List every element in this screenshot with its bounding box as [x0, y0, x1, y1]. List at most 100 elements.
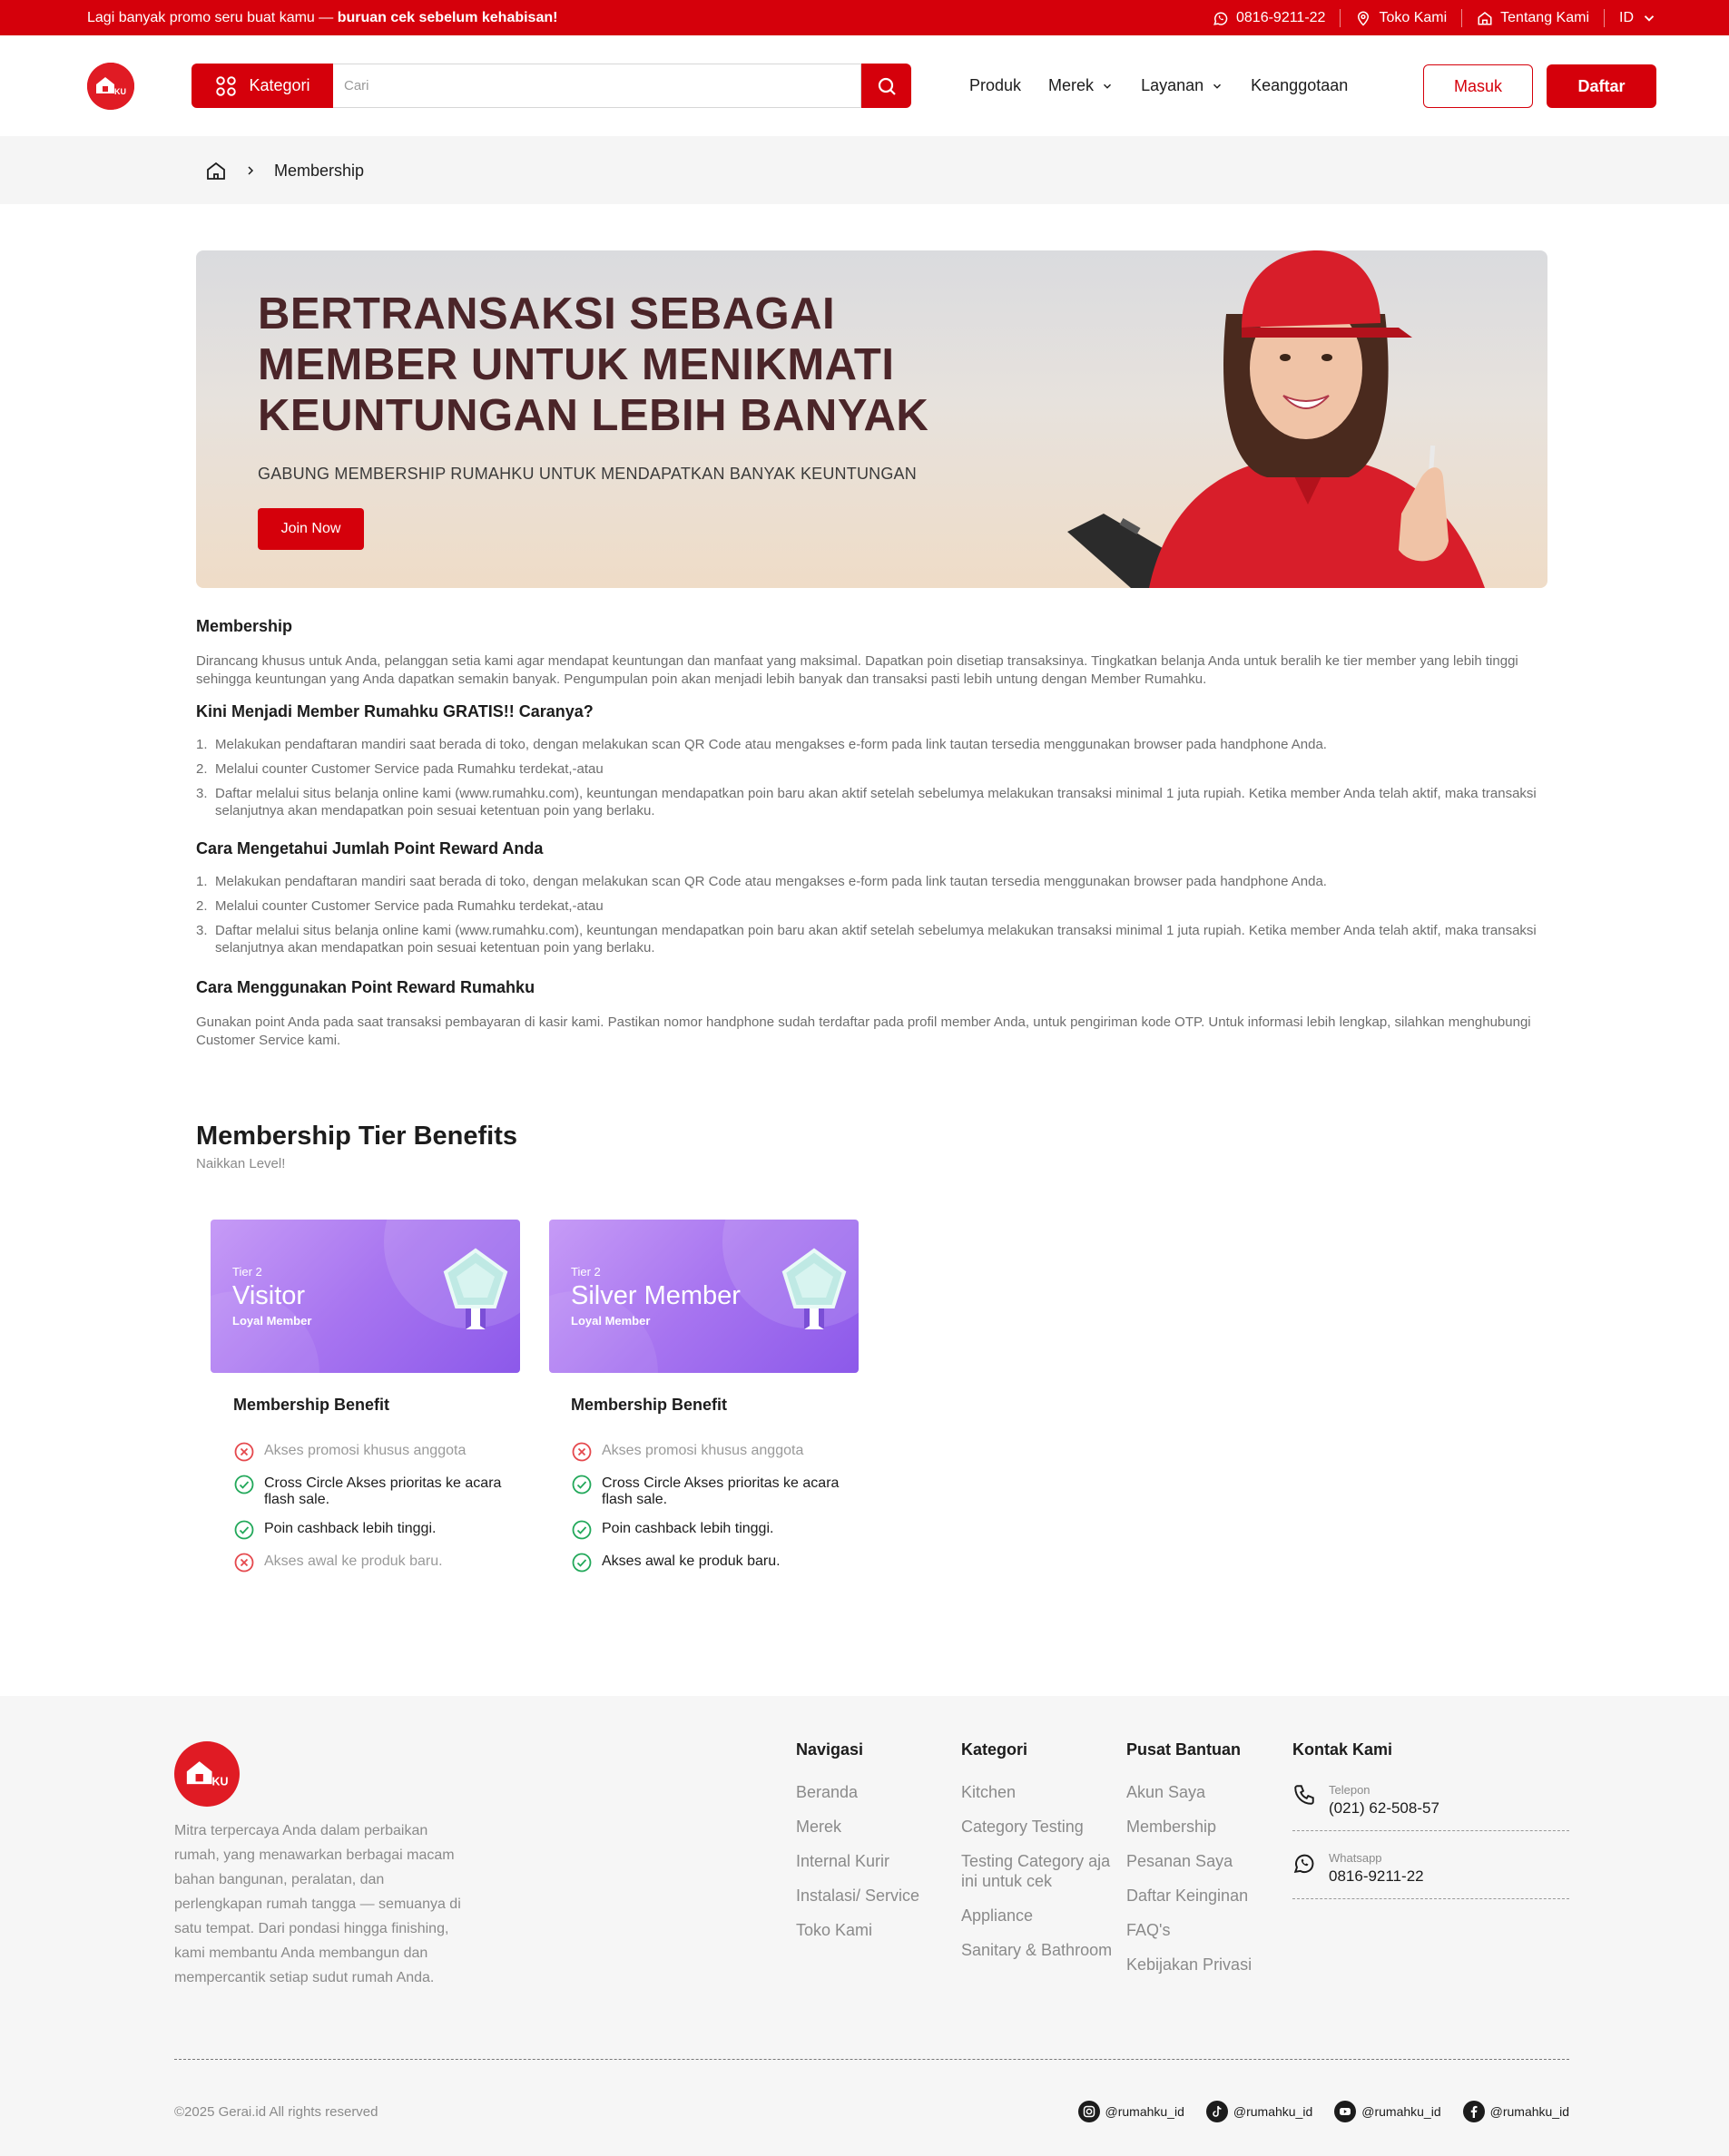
footer-help-column: Pusat Bantuan Akun Saya Membership Pesan…	[1126, 1740, 1252, 1989]
social-youtube[interactable]: @rumahku_id	[1334, 2101, 1441, 2122]
cross-icon	[234, 1442, 254, 1462]
benefit-list-visitor: Akses promosi khusus anggota Cross Circl…	[233, 1442, 506, 1586]
footer-divider	[174, 2059, 1569, 2060]
membership-description: Dirancang khusus untuk Anda, pelanggan s…	[196, 653, 1518, 687]
tier-level: Tier 2	[232, 1265, 262, 1279]
nav-produk-label: Produk	[969, 76, 1022, 94]
whatsapp-icon	[1293, 1854, 1314, 1874]
footer-link[interactable]: Internal Kurir	[796, 1851, 919, 1871]
footer-link[interactable]: FAQ's	[1126, 1920, 1252, 1940]
benefit-item: Akses awal ke produk baru.	[233, 1553, 506, 1573]
benefit-text: Poin cashback lebih tinggi.	[264, 1521, 437, 1536]
social-tiktok[interactable]: @rumahku_id	[1205, 2101, 1312, 2122]
list-item-text: Melakukan pendaftaran mandiri saat berad…	[215, 874, 1327, 889]
footer-link[interactable]: Kebijakan Privasi	[1126, 1955, 1252, 1975]
list-item: 2. Melalui counter Customer Service pada …	[196, 761, 604, 777]
breadcrumb-bar: Membership	[0, 136, 1729, 204]
facebook-icon	[1462, 2101, 1485, 2122]
topbar-store-link[interactable]: Toko Kami	[1341, 8, 1463, 27]
medal-icon	[443, 1248, 508, 1329]
footer-link[interactable]: Beranda	[796, 1782, 919, 1802]
topbar-phone-link[interactable]: 0816-9211-22	[1198, 8, 1341, 27]
benefit-item: Akses promosi khusus anggota	[233, 1442, 506, 1463]
footer-link[interactable]: Toko Kami	[796, 1920, 919, 1940]
home-icon[interactable]	[205, 160, 227, 181]
cross-icon	[572, 1442, 592, 1462]
footer-link[interactable]: Membership	[1126, 1817, 1252, 1837]
membership-title: Membership	[196, 617, 293, 635]
location-icon	[1358, 11, 1370, 26]
search-button[interactable]	[861, 64, 911, 108]
tier-name: Visitor	[232, 1281, 306, 1310]
benefit-item: Cross Circle Akses prioritas ke acara fl…	[571, 1475, 843, 1508]
footer-help-title: Pusat Bantuan	[1126, 1740, 1242, 1759]
svg-text:KU: KU	[114, 87, 126, 96]
footer-logo[interactable]: KU	[174, 1741, 240, 1807]
list-item: 1. Melakukan pendaftaran mandiri saat ber…	[196, 874, 1327, 889]
contact-whatsapp[interactable]: Whatsapp 0816-9211-22	[1292, 1851, 1569, 1899]
search-icon	[878, 77, 896, 95]
list-item: 3. Daftar melalui situs belanja online ka…	[196, 786, 1537, 818]
login-button[interactable]: Masuk	[1423, 64, 1533, 108]
footer-link[interactable]: Merek	[796, 1817, 919, 1837]
topbar-about-link[interactable]: Tentang Kami	[1462, 8, 1605, 27]
hero-title: BERTRANSAKSI SEBAGAI MEMBER UNTUK MENIKM…	[258, 289, 929, 440]
topbar-store-label: Toko Kami	[1379, 9, 1448, 25]
language-label: ID	[1619, 9, 1634, 25]
benefit-item: Poin cashback lebih tinggi.	[233, 1520, 506, 1541]
footer-link[interactable]: Testing Category aja ini untuk cek	[961, 1851, 1125, 1891]
search-input[interactable]	[333, 64, 861, 108]
list-item-text: Melakukan pendaftaran mandiri saat berad…	[215, 737, 1327, 752]
instagram-icon	[1077, 2101, 1100, 2122]
tier-name: Silver Member	[571, 1281, 741, 1310]
contact-whatsapp-label: Whatsapp	[1329, 1851, 1382, 1865]
use-points-title: Cara Menggunakan Point Reward Rumahku	[196, 978, 535, 996]
promo-text: Lagi banyak promo seru buat kamu — burua…	[87, 10, 557, 26]
phone-icon	[1294, 1785, 1314, 1805]
benefit-item: Poin cashback lebih tinggi.	[571, 1520, 843, 1541]
nav-produk[interactable]: Produk	[969, 76, 1021, 95]
register-button[interactable]: Daftar	[1547, 64, 1656, 108]
breadcrumb: Membership	[205, 160, 364, 181]
social-facebook[interactable]: @rumahku_id	[1462, 2101, 1569, 2122]
nav-layanan[interactable]: Layanan	[1141, 76, 1223, 95]
tier-card-visitor[interactable]: Tier 2 Visitor Loyal Member	[211, 1220, 520, 1373]
nav-keanggotaan[interactable]: Keanggotaan	[1251, 76, 1348, 95]
chevron-down-icon	[1213, 83, 1222, 89]
site-logo[interactable]: KU	[87, 63, 134, 110]
kategori-button[interactable]: Kategori	[192, 64, 333, 108]
social-handle: @rumahku_id	[1489, 2104, 1569, 2119]
nav-merek[interactable]: Merek	[1048, 76, 1114, 95]
footer-link[interactable]: Akun Saya	[1126, 1782, 1252, 1802]
list-item-text: Daftar melalui situs belanja online kami…	[215, 923, 1537, 956]
footer-link[interactable]: Appliance	[961, 1906, 1125, 1926]
tier-card-silver[interactable]: Tier 2 Silver Member Loyal Member	[549, 1220, 859, 1373]
contact-phone[interactable]: Telepon (021) 62-508-57	[1292, 1783, 1569, 1831]
footer-link[interactable]: Pesanan Saya	[1126, 1851, 1252, 1871]
social-handle: @rumahku_id	[1105, 2104, 1184, 2119]
contact-phone-label: Telepon	[1329, 1783, 1370, 1797]
benefit-item: Akses awal ke produk baru.	[571, 1553, 843, 1573]
benefit-text: Akses awal ke produk baru.	[264, 1553, 443, 1569]
points-list: 1. Melakukan pendaftaran mandiri saat ber…	[196, 873, 1547, 956]
footer-category-title: Kategori	[961, 1740, 1028, 1759]
social-instagram[interactable]: @rumahku_id	[1077, 2101, 1184, 2122]
benefit-item: Cross Circle Akses prioritas ke acara fl…	[233, 1475, 506, 1508]
check-icon	[572, 1553, 592, 1573]
check-icon	[572, 1520, 592, 1540]
check-icon	[234, 1475, 254, 1494]
tier-benefits-title: Membership Tier Benefits	[196, 1122, 518, 1151]
footer-link[interactable]: Kitchen	[961, 1782, 1125, 1802]
footer-link[interactable]: Sanitary & Bathroom	[961, 1940, 1125, 1960]
copyright-text: ©2025 Gerai.id All rights reserved	[174, 2104, 378, 2120]
hero-banner: BERTRANSAKSI SEBAGAI MEMBER UNTUK MENIKM…	[196, 250, 1547, 588]
language-selector[interactable]: ID	[1605, 9, 1657, 27]
youtube-icon	[1334, 2101, 1357, 2122]
check-icon	[572, 1475, 592, 1494]
footer-link[interactable]: Category Testing	[961, 1817, 1125, 1837]
list-item-text: Daftar melalui situs belanja online kami…	[215, 786, 1537, 818]
footer-link[interactable]: Daftar Keinginan	[1126, 1886, 1252, 1906]
footer-link[interactable]: Instalasi/ Service	[796, 1886, 919, 1906]
join-now-button[interactable]: Join Now	[258, 508, 364, 550]
footer-category-column: Kategori Kitchen Category Testing Testin…	[961, 1740, 1125, 1975]
